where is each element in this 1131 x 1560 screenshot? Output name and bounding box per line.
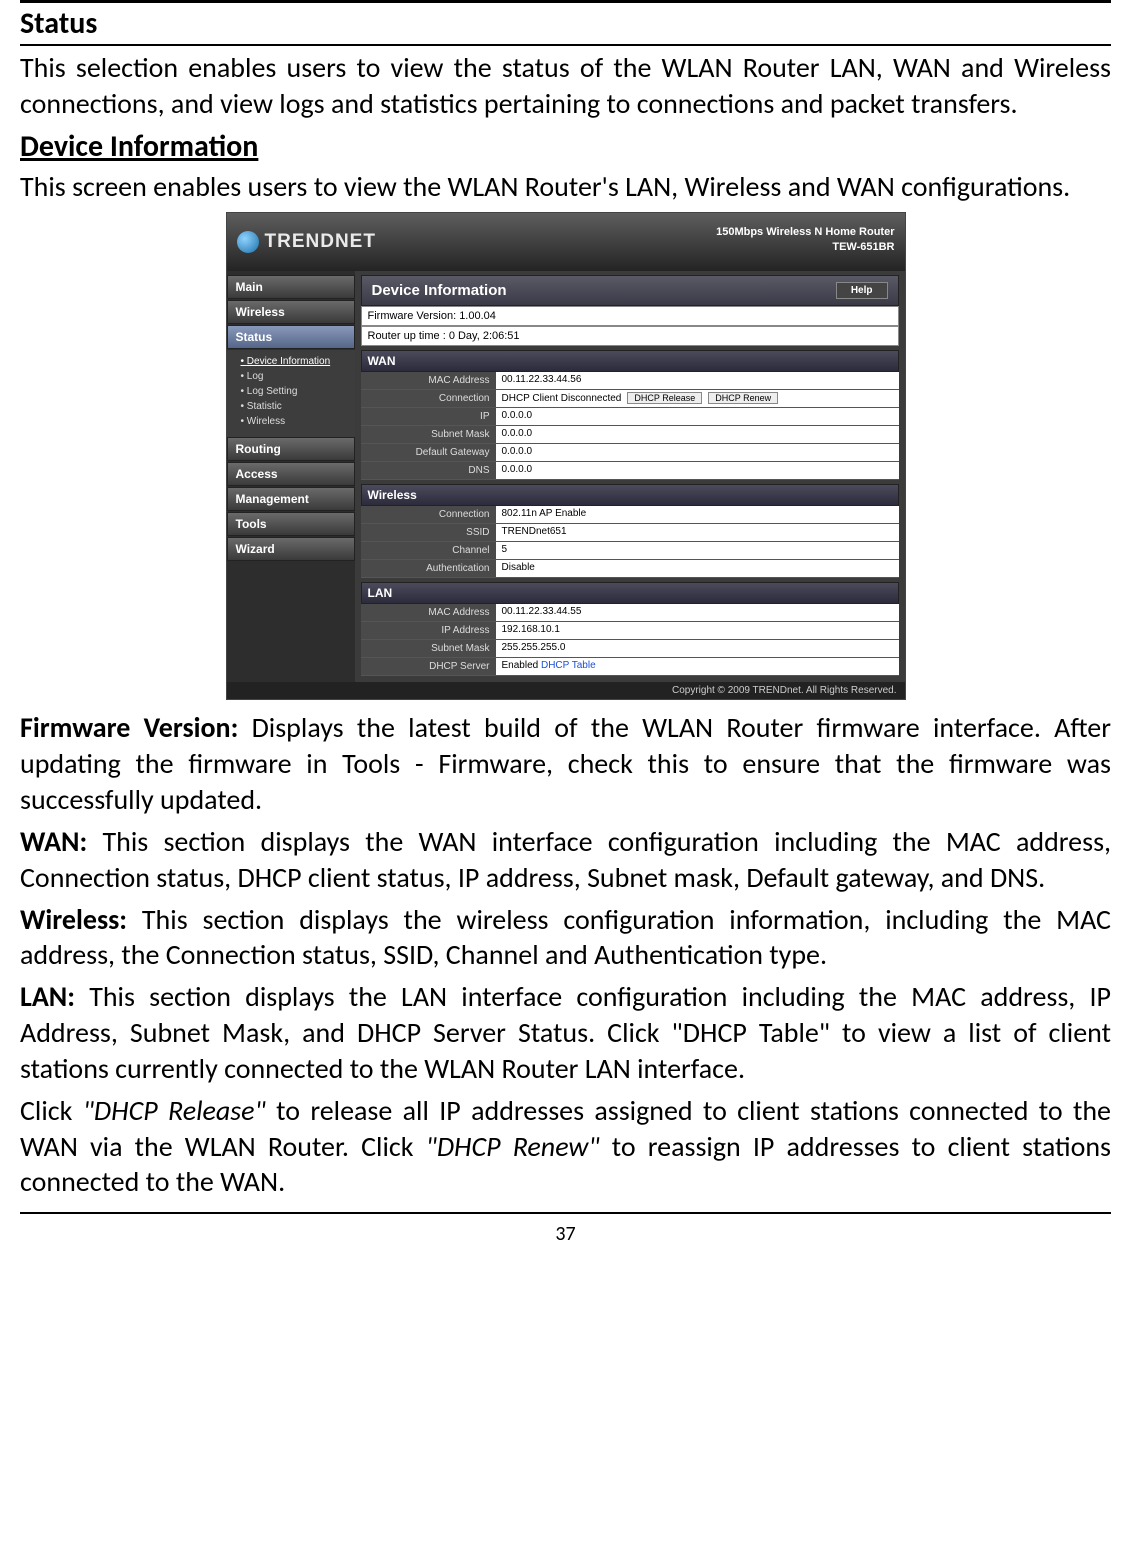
main-panel: Device Information Help Firmware Version… [355,271,905,682]
lan-text: This section displays the LAN interface … [20,979,1111,1086]
nav-tools[interactable]: Tools [227,512,355,536]
wl-channel-value: 5 [496,542,899,559]
wan-conn-text: DHCP Client Disconnected [502,393,622,404]
wl-channel-label: Channel [361,542,496,559]
model-line1: 150Mbps Wireless N Home Router [716,225,894,239]
wan-ip-label: IP [361,408,496,425]
wireless-text: This section displays the wireless confi… [20,902,1111,973]
lan-ip-label: IP Address [361,622,496,639]
lan-mask-label: Subnet Mask [361,640,496,657]
firmware-version: Firmware Version: 1.00.04 [361,306,899,326]
firmware-paragraph: Firmware Version: Displays the latest bu… [20,710,1111,817]
subnav-log-setting-label: Log Setting [247,386,298,397]
dhcp-renew-text: "DHCP Renew" [426,1129,600,1164]
wl-conn-value: 802.11n AP Enable [496,506,899,523]
lan-dhcp-text: Enabled [502,660,539,671]
subnav-device-info-label: Device Information [247,356,330,367]
sidebar: Main Wireless Status • Device Informatio… [227,271,355,682]
subnav-statistic[interactable]: • Statistic [241,399,355,414]
lan-dhcp-label: DHCP Server [361,658,496,675]
subsection-intro: This screen enables users to view the WL… [20,169,1111,205]
router-ui: TRENDNET 150Mbps Wireless N Home Router … [226,212,906,700]
brand: TRENDNET [237,231,376,253]
wan-conn-value: DHCP Client Disconnected DHCP Release DHCP… [496,390,899,407]
lan-mac-label: MAC Address [361,604,496,621]
lan-dhcp-value: Enabled DHCP Table [496,658,899,675]
wl-ssid-value: TRENDnet651 [496,524,899,541]
intro-text: This selection enables users to view the… [20,50,1111,122]
dhcp-renew-button[interactable]: DHCP Renew [708,392,778,404]
lan-header: LAN [361,582,899,604]
subnav-log-label: Log [247,371,264,382]
subsection-title: Device Information [20,128,1111,165]
wireless-header: Wireless [361,484,899,506]
router-footer: Copyright © 2009 TRENDnet. All Rights Re… [227,682,905,699]
nav-routing[interactable]: Routing [227,437,355,461]
lan-mac-value: 00.11.22.33.44.55 [496,604,899,621]
subnav-wireless-label: Wireless [247,416,285,427]
dhcp-paragraph: Click "DHCP Release" to release all IP a… [20,1093,1111,1200]
wan-dns-label: DNS [361,462,496,479]
wan-gw-value: 0.0.0.0 [496,444,899,461]
subnav-log-setting[interactable]: • Log Setting [241,384,355,399]
dhcp-release-button[interactable]: DHCP Release [627,392,702,404]
wan-gw-label: Default Gateway [361,444,496,461]
nav-wizard[interactable]: Wizard [227,537,355,561]
nav-access[interactable]: Access [227,462,355,486]
router-header: TRENDNET 150Mbps Wireless N Home Router … [227,213,905,271]
lan-ip-value: 192.168.10.1 [496,622,899,639]
dhcp-text-1: Click [20,1093,83,1128]
subnav-log[interactable]: • Log [241,369,355,384]
screenshot-container: TRENDNET 150Mbps Wireless N Home Router … [20,212,1111,700]
wan-mask-label: Subnet Mask [361,426,496,443]
panel-title: Device Information [372,282,507,299]
wan-mac-label: MAC Address [361,372,496,389]
subnav-wireless[interactable]: • Wireless [241,414,355,429]
wan-mac-value: 00.11.22.33.44.56 [496,372,899,389]
model-text: 150Mbps Wireless N Home Router TEW-651BR [716,225,894,254]
nav-wireless[interactable]: Wireless [227,300,355,324]
help-button[interactable]: Help [836,282,888,299]
section-title: Status [20,3,1111,46]
wl-auth-label: Authentication [361,560,496,577]
wan-header: WAN [361,350,899,372]
wan-conn-label: Connection [361,390,496,407]
dhcp-table-link[interactable]: DHCP Table [541,660,596,671]
nav-management[interactable]: Management [227,487,355,511]
brand-icon [237,231,259,253]
wan-dns-value: 0.0.0.0 [496,462,899,479]
wl-auth-value: Disable [496,560,899,577]
wan-ip-value: 0.0.0.0 [496,408,899,425]
subnav-statistic-label: Statistic [247,401,282,412]
wireless-paragraph: Wireless: This section displays the wire… [20,902,1111,974]
lan-paragraph: LAN: This section displays the LAN inter… [20,979,1111,1086]
page-number: 37 [20,1212,1111,1246]
wan-mask-value: 0.0.0.0 [496,426,899,443]
lan-label: LAN: [20,979,75,1014]
wl-ssid-label: SSID [361,524,496,541]
subnav-device-info[interactable]: • Device Information [241,354,355,369]
wan-label: WAN: [20,824,87,859]
subnav: • Device Information • Log • Log Setting… [227,350,355,437]
wan-paragraph: WAN: This section displays the WAN inter… [20,824,1111,896]
nav-main[interactable]: Main [227,275,355,299]
firmware-label: Firmware Version: [20,710,238,745]
uptime: Router up time : 0 Day, 2:06:51 [361,326,899,346]
panel-header: Device Information Help [361,275,899,306]
lan-mask-value: 255.255.255.0 [496,640,899,657]
wl-conn-label: Connection [361,506,496,523]
model-line2: TEW-651BR [716,240,894,254]
nav-status[interactable]: Status [227,325,355,349]
dhcp-release-text: "DHCP Release" [83,1093,266,1128]
wireless-label: Wireless: [20,902,127,937]
wan-text: This section displays the WAN interface … [20,824,1111,895]
brand-text: TRENDNET [265,231,376,253]
